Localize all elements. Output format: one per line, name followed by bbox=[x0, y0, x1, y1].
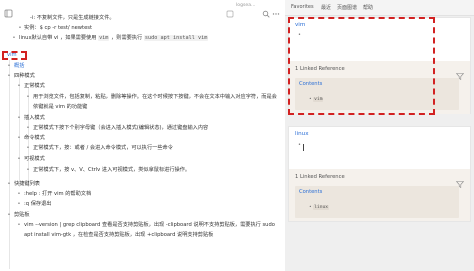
highlight-callout bbox=[2, 51, 27, 60]
bullet[interactable]: • bbox=[17, 114, 21, 123]
filter-icon[interactable] bbox=[456, 174, 464, 188]
bullet[interactable]: • bbox=[17, 200, 21, 209]
bullet[interactable]: • bbox=[298, 142, 301, 148]
tab-page-graph[interactable]: 页面图谱 bbox=[337, 4, 357, 11]
bullet[interactable]: • bbox=[7, 180, 11, 189]
editor-pane: logsea... -i: 不复制文件，只是生成链接文件。 • 实例：$ cp … bbox=[0, 0, 286, 271]
sidebar-panel-linux: linux • 1 Linked Reference Contents • li… bbox=[288, 126, 471, 222]
page-icon[interactable] bbox=[226, 3, 235, 17]
page-title: logsea... bbox=[236, 3, 256, 8]
bullet[interactable]: • bbox=[17, 190, 21, 199]
tab-help[interactable]: 帮助 bbox=[363, 4, 373, 11]
tab-favorites[interactable]: Favorites bbox=[291, 4, 314, 10]
bullet[interactable]: • bbox=[7, 72, 11, 81]
indent-guide bbox=[19, 78, 20, 187]
bullet[interactable]: • bbox=[18, 24, 22, 33]
bullet[interactable]: • bbox=[17, 82, 21, 91]
panel-title[interactable]: linux bbox=[295, 131, 309, 137]
bullet[interactable]: • bbox=[12, 34, 16, 43]
bullet[interactable]: • bbox=[26, 166, 30, 175]
more-icon[interactable] bbox=[272, 3, 281, 15]
bullet[interactable]: • bbox=[7, 211, 11, 220]
bullet[interactable]: • bbox=[17, 221, 21, 230]
filter-icon[interactable] bbox=[456, 66, 464, 80]
bullet[interactable]: • bbox=[26, 93, 30, 102]
reference-item[interactable]: • linux bbox=[309, 205, 330, 210]
sidebar-tabs: Favorites 最近 页面图谱 帮助 bbox=[285, 0, 474, 16]
bullet[interactable]: • bbox=[17, 155, 21, 164]
tab-recent[interactable]: 最近 bbox=[321, 4, 331, 11]
bullet[interactable]: • bbox=[26, 124, 30, 133]
tree-icon[interactable] bbox=[4, 3, 13, 18]
indent-guide bbox=[9, 60, 10, 269]
text-cursor bbox=[303, 144, 304, 151]
highlight-callout bbox=[288, 17, 435, 115]
linked-reference-header[interactable]: 1 Linked Reference bbox=[295, 174, 345, 180]
linked-references: 1 Linked Reference Contents • linux bbox=[289, 169, 470, 221]
editor-toolbar: logsea... bbox=[0, 0, 285, 18]
reference-card: Contents • linux bbox=[295, 186, 459, 218]
bullet[interactable]: • bbox=[26, 144, 30, 153]
search-icon[interactable] bbox=[262, 3, 271, 18]
reference-page-title[interactable]: Contents bbox=[299, 189, 322, 195]
bullet[interactable]: • bbox=[7, 62, 11, 71]
bullet[interactable]: • bbox=[17, 134, 21, 143]
